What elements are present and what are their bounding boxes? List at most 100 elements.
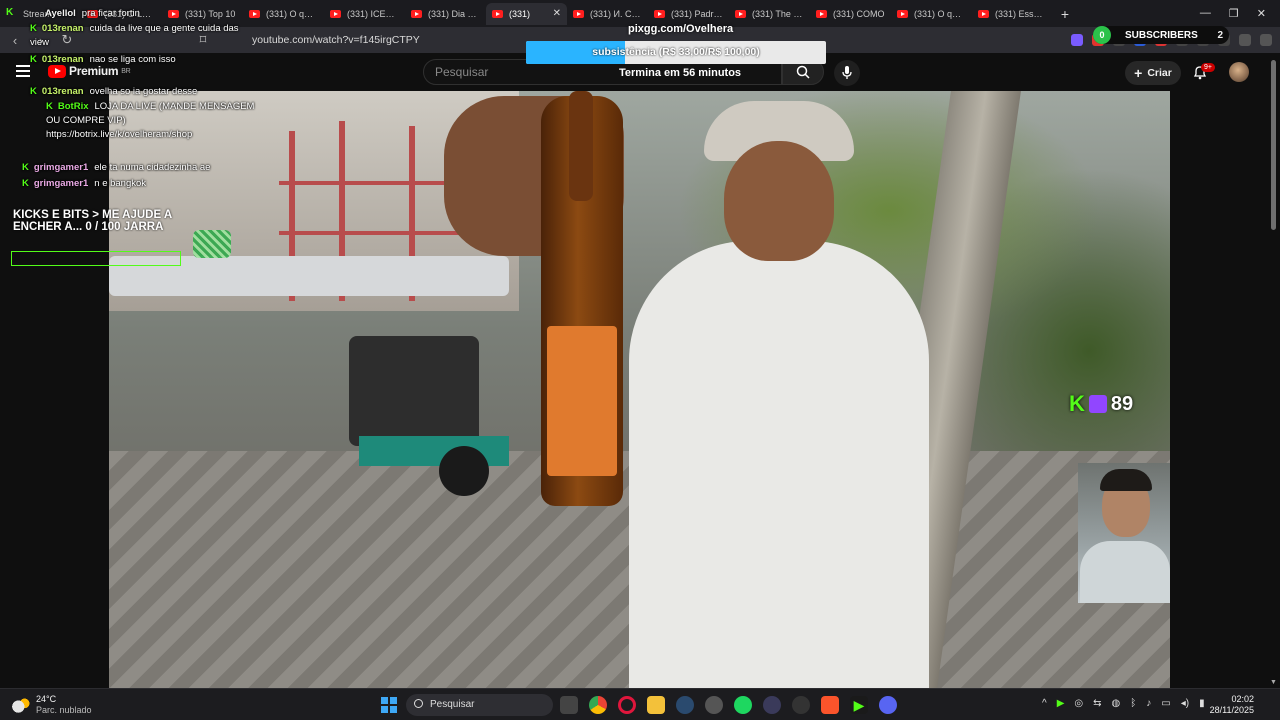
search-icon <box>414 699 423 708</box>
browser-tab[interactable]: (331) ✕ <box>486 2 567 25</box>
chat-text: ovelha so ia gostar desse <box>89 86 198 97</box>
goal-timer: Termina em 56 minutos <box>619 67 742 79</box>
steam-icon[interactable] <box>676 696 694 714</box>
browser-tab[interactable]: (331) The Five <box>729 3 810 25</box>
video-player[interactable]: K 89 <box>109 91 1170 688</box>
youtube-icon <box>249 9 260 18</box>
logo-region: BR <box>121 67 131 75</box>
close-window-icon[interactable]: ✕ <box>1257 7 1266 20</box>
kick-viewer-counter: K 89 <box>1069 391 1133 417</box>
windows-start-icon[interactable] <box>381 697 397 713</box>
kick-badge-icon: K <box>22 178 29 189</box>
tab-label: (331) Dia ma <box>428 8 480 19</box>
account-avatar[interactable] <box>1229 62 1249 82</box>
browser-tab[interactable]: (331) O que c <box>243 3 324 25</box>
tray-chevron-icon[interactable]: ^ <box>1042 698 1047 709</box>
tab-label: (331) <box>509 8 531 19</box>
system-clock[interactable]: 02:02 28/11/2025 <box>1208 694 1254 716</box>
youtube-icon <box>897 9 908 18</box>
voice-search-button[interactable] <box>834 60 860 86</box>
chat-username: 013renan <box>41 86 84 97</box>
kick-badge-icon: K <box>46 101 53 112</box>
taskbar-search-label: Pesquisar <box>430 699 475 710</box>
tray-app-icon[interactable]: ⇆ <box>1093 698 1101 709</box>
pix-donation-title: pixgg.com/Ovelhera <box>628 23 734 35</box>
shield-icon[interactable] <box>1239 34 1251 46</box>
tray-app-icon[interactable]: ◎ <box>1074 698 1083 709</box>
menu-hamburger-icon[interactable] <box>16 65 30 80</box>
kick-badge-icon: K <box>30 23 37 34</box>
create-button[interactable]: + Criar <box>1125 61 1181 85</box>
chat-username: Ayellol <box>45 8 76 19</box>
maximize-icon[interactable]: ❐ <box>1229 7 1239 20</box>
clock-time: 02:02 <box>1231 694 1254 704</box>
close-tab-icon[interactable]: ✕ <box>553 8 561 19</box>
menu-icon[interactable] <box>1260 34 1272 46</box>
page-scrollbar[interactable] <box>1271 60 1276 230</box>
youtube-icon <box>735 9 746 18</box>
pix-goal-bar: subsistência (R$ 33,00/R$ 100,00) <box>526 41 826 64</box>
app-icon[interactable] <box>705 696 723 714</box>
youtube-icon <box>492 9 503 18</box>
subscribers-count: 0 <box>1093 26 1111 44</box>
weather-widget[interactable]: 24°C Parc. nublado <box>12 694 92 716</box>
taskbar-search-box[interactable]: Pesquisar <box>406 694 553 716</box>
browser-tab[interactable]: (331) Essas N <box>972 3 1053 25</box>
browser-tab[interactable]: (331) COMO <box>810 3 891 25</box>
chat-text: ele ta numa cidadezinha ae <box>94 162 211 173</box>
battery-icon[interactable]: ▮ <box>1199 698 1205 709</box>
create-label: Criar <box>1147 67 1172 79</box>
video-scene-person <box>629 101 929 688</box>
back-icon[interactable]: ‹ <box>8 33 22 48</box>
kick-badge-icon: K <box>30 54 37 65</box>
browser-tab[interactable]: (331) Padre C <box>648 3 729 25</box>
chat-username: BotRix <box>57 101 89 112</box>
browser-tab[interactable]: (331) Dia ma <box>405 3 486 25</box>
chat-username: 013renan <box>41 54 84 65</box>
plus-icon: + <box>1134 65 1143 81</box>
bluetooth-icon[interactable]: ᛒ <box>1130 698 1136 709</box>
streamer-webcam <box>1078 463 1170 603</box>
weather-cloud-icon <box>12 697 30 713</box>
scroll-down-arrow-icon[interactable]: ▼ <box>1270 679 1277 686</box>
windows-taskbar: 24°C Parc. nublado Pesquisar ▶ ^ ▶ ◎ ⇆ ◍… <box>0 688 1280 720</box>
tab-label: (331) O que F <box>914 8 966 19</box>
kick-icon: K <box>1069 391 1085 416</box>
new-tab-button[interactable]: + <box>1053 6 1077 22</box>
tray-app-icon[interactable]: ▶ <box>1057 698 1065 709</box>
kick-app-icon[interactable]: ▶ <box>850 696 868 714</box>
youtube-icon <box>411 9 422 18</box>
spotify-icon[interactable] <box>734 696 752 714</box>
search-icon <box>796 65 810 79</box>
microphone-icon[interactable]: ♪ <box>1146 698 1151 709</box>
chat-username: grimgamer1 <box>33 162 89 173</box>
opera-icon[interactable] <box>618 696 636 714</box>
brave-icon[interactable] <box>821 696 839 714</box>
file-explorer-icon[interactable] <box>647 696 665 714</box>
task-view-icon[interactable] <box>560 696 578 714</box>
chrome-icon[interactable] <box>589 696 607 714</box>
kick-badge-icon: K <box>30 86 37 97</box>
browser-tab[interactable]: (331) И. С. Ба <box>567 3 648 25</box>
system-tray: ^ ▶ ◎ ⇆ ◍ ᛒ ♪ ▭ ◂) ▮ <box>1042 698 1205 709</box>
app-icon[interactable] <box>763 696 781 714</box>
tab-label: (331) Essas N <box>995 8 1047 19</box>
volume-icon[interactable]: ◂) <box>1181 698 1189 709</box>
window-controls: — ❐ ✕ <box>1200 7 1280 20</box>
chat-text: n e bangkok <box>94 178 147 189</box>
url-field[interactable]: youtube.com/watch?v=f145irgCTPY <box>252 34 420 46</box>
obs-icon[interactable] <box>792 696 810 714</box>
microphone-icon <box>842 66 852 79</box>
extension-icon[interactable] <box>1071 34 1083 46</box>
video-scene-bottle <box>541 91 623 506</box>
kick-goal-text: KICKS E BITS > ME AJUDE A ENCHER A... 0 … <box>13 209 172 233</box>
chat-message: K 013renan cuida da live que a gente cuida… <box>30 22 255 50</box>
network-icon[interactable]: ▭ <box>1161 698 1170 709</box>
tray-app-icon[interactable]: ◍ <box>1112 698 1121 709</box>
discord-icon[interactable] <box>879 696 897 714</box>
subscribers-widget: 0 SUBSCRIBERS 2 <box>1093 26 1229 44</box>
youtube-icon <box>330 9 341 18</box>
browser-tab[interactable]: (331) ICEBERG <box>324 3 405 25</box>
browser-tab[interactable]: (331) O que F <box>891 3 972 25</box>
minimize-icon[interactable]: — <box>1200 7 1211 20</box>
